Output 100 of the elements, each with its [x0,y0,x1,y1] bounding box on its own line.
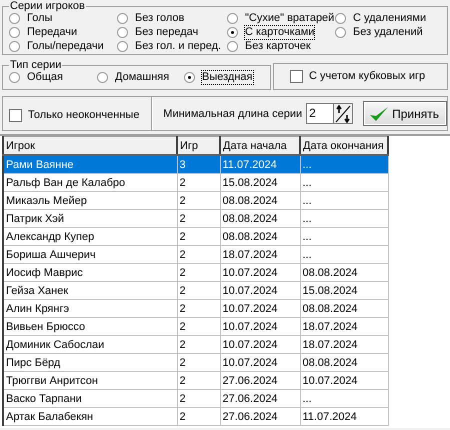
radio-label[interactable]: Голы [27,12,52,25]
radio-button[interactable] [227,41,238,52]
table-cell: Рами Ваянне [3,155,177,174]
table-cell: 2 [177,210,220,228]
column-header[interactable]: Дата окончания [300,136,388,155]
radio-button[interactable] [9,13,20,24]
table-row[interactable]: Иосиф Маврис 2 10.07.2024 08.08.2024 [3,264,388,282]
table-cell: 27.06.2024 [220,372,300,390]
spin-arrows-icon[interactable] [332,104,352,123]
table-cell: Вивьен Брюссо [3,318,177,336]
table-row[interactable]: Александр Купер 2 08.08.2024 ... [3,228,388,246]
table-cell: 2 [177,390,220,408]
checkbox-label[interactable]: С учетом кубковых игр [309,70,426,83]
table-cell: 08.08.2024 [220,210,300,228]
column-header[interactable]: Игрок [3,136,177,155]
table-row[interactable]: Ральф Ван де Калабро 2 15.08.2024 ... [3,174,388,192]
table-row[interactable]: Вивьен Брюссо 2 10.07.2024 18.07.2024 [3,318,388,336]
table-cell: 11.07.2024 [220,155,300,174]
table-cell: Доминик Сабослаи [3,336,177,354]
column-header[interactable]: Дата начала [220,136,300,155]
radio-label[interactable]: Без удалений [353,26,423,39]
table-cell: 2 [177,336,220,354]
table-row[interactable]: Васко Тарпани 2 27.06.2024 ... [3,390,388,408]
table-cell: 2 [177,372,220,390]
table-cell: Васко Тарпани [3,390,177,408]
table-cell: 10.07.2024 [220,336,300,354]
table-cell: 10.07.2024 [300,372,388,390]
column-header[interactable]: Игр [177,136,220,155]
radio-label[interactable]: Без гол. и перед. [135,40,222,53]
table-cell: 08.08.2024 [300,354,388,372]
table-cell: 10.07.2024 [220,264,300,282]
table-cell: Гейза Ханек [3,282,177,300]
table-cell: 11.07.2024 [300,408,388,426]
spin-field[interactable]: 2 [306,103,354,124]
table-cell: Трюггви Анритсон [3,372,177,390]
radio-button[interactable] [97,72,108,83]
checkbox[interactable] [290,70,303,83]
table-cell: 2 [177,192,220,210]
table-row[interactable]: Бориша Ашчерич 2 18.07.2024 ... [3,246,388,264]
group-title: Тип серии [9,59,62,71]
radio-label[interactable]: Передачи [27,26,78,39]
table-row[interactable]: Пирс Бёрд 2 10.07.2024 08.08.2024 [3,354,388,372]
table-cell: 2 [177,264,220,282]
table-cell: 2 [177,228,220,246]
radio-label[interactable]: Без передач [135,26,198,39]
table-row[interactable]: Гейза Ханек 2 10.07.2024 15.08.2024 [3,282,388,300]
table-cell: Патрик Хэй [3,210,177,228]
table-cell: Микаэль Мейер [3,192,177,210]
table-row[interactable]: Алин Крянгэ 2 10.07.2024 08.08.2024 [3,300,388,318]
table-cell: 3 [177,155,220,174]
table-row[interactable]: Патрик Хэй 2 08.08.2024 ... [3,210,388,228]
checkbox-label[interactable]: Только неоконченные [28,109,140,122]
radio-label[interactable]: Без голов [135,12,184,25]
table-cell: 15.08.2024 [220,174,300,192]
table-cell: 27.06.2024 [220,408,300,426]
table-cell: Артак Балабекян [3,408,177,426]
radio-label[interactable]: Домашняя [115,71,170,84]
radio-label[interactable]: Голы/передачи [27,40,104,53]
radio-label[interactable]: С удалениями [353,12,426,25]
table-row[interactable]: Рами Ваянне 3 11.07.2024 ... [3,155,388,174]
table-cell: 18.07.2024 [300,318,388,336]
radio-label[interactable]: Общая [27,71,63,84]
radio-button[interactable] [227,27,238,38]
radio-button[interactable] [117,27,128,38]
radio-button[interactable] [9,41,20,52]
table-cell: 08.08.2024 [300,300,388,318]
radio-label[interactable]: "Сухие" вратарей [245,12,334,25]
apply-button[interactable]: Принять [363,101,447,126]
table-cell: 2 [177,318,220,336]
table-cell: 27.06.2024 [220,390,300,408]
radio-button[interactable] [184,72,195,83]
table-cell: 2 [177,282,220,300]
radio-label[interactable]: Выездная [202,71,252,84]
table-cell: ... [300,192,388,210]
radio-label[interactable]: Без карточек [245,40,311,53]
table-cell: Александр Купер [3,228,177,246]
radio-button[interactable] [117,41,128,52]
table-row[interactable]: Артак Балабекян 2 27.06.2024 11.07.2024 [3,408,388,426]
radio-button[interactable] [335,13,346,24]
table-row[interactable]: Микаэль Мейер 2 08.08.2024 ... [3,192,388,210]
table-row[interactable]: Трюггви Анритсон 2 27.06.2024 10.07.2024 [3,372,388,390]
checkmark-icon [369,106,390,122]
checkbox[interactable] [9,109,22,122]
radio-button[interactable] [9,27,20,38]
table-cell: ... [300,228,388,246]
radio-button[interactable] [9,72,20,83]
table-cell: ... [300,246,388,264]
table-row[interactable]: Доминик Сабослаи 2 10.07.2024 18.07.2024 [3,336,388,354]
radio-button[interactable] [117,13,128,24]
radio-button[interactable] [227,13,238,24]
table-cell: 2 [177,174,220,192]
table-cell: 10.07.2024 [220,318,300,336]
table-cell: 10.07.2024 [220,282,300,300]
table-cell: 10.07.2024 [220,300,300,318]
radio-label[interactable]: С карточками [245,26,314,39]
table-cell: 2 [177,246,220,264]
field-label: Минимальная длина серии [163,108,302,120]
table-cell: ... [300,210,388,228]
radio-button[interactable] [335,27,346,38]
table-cell: 08.08.2024 [220,228,300,246]
